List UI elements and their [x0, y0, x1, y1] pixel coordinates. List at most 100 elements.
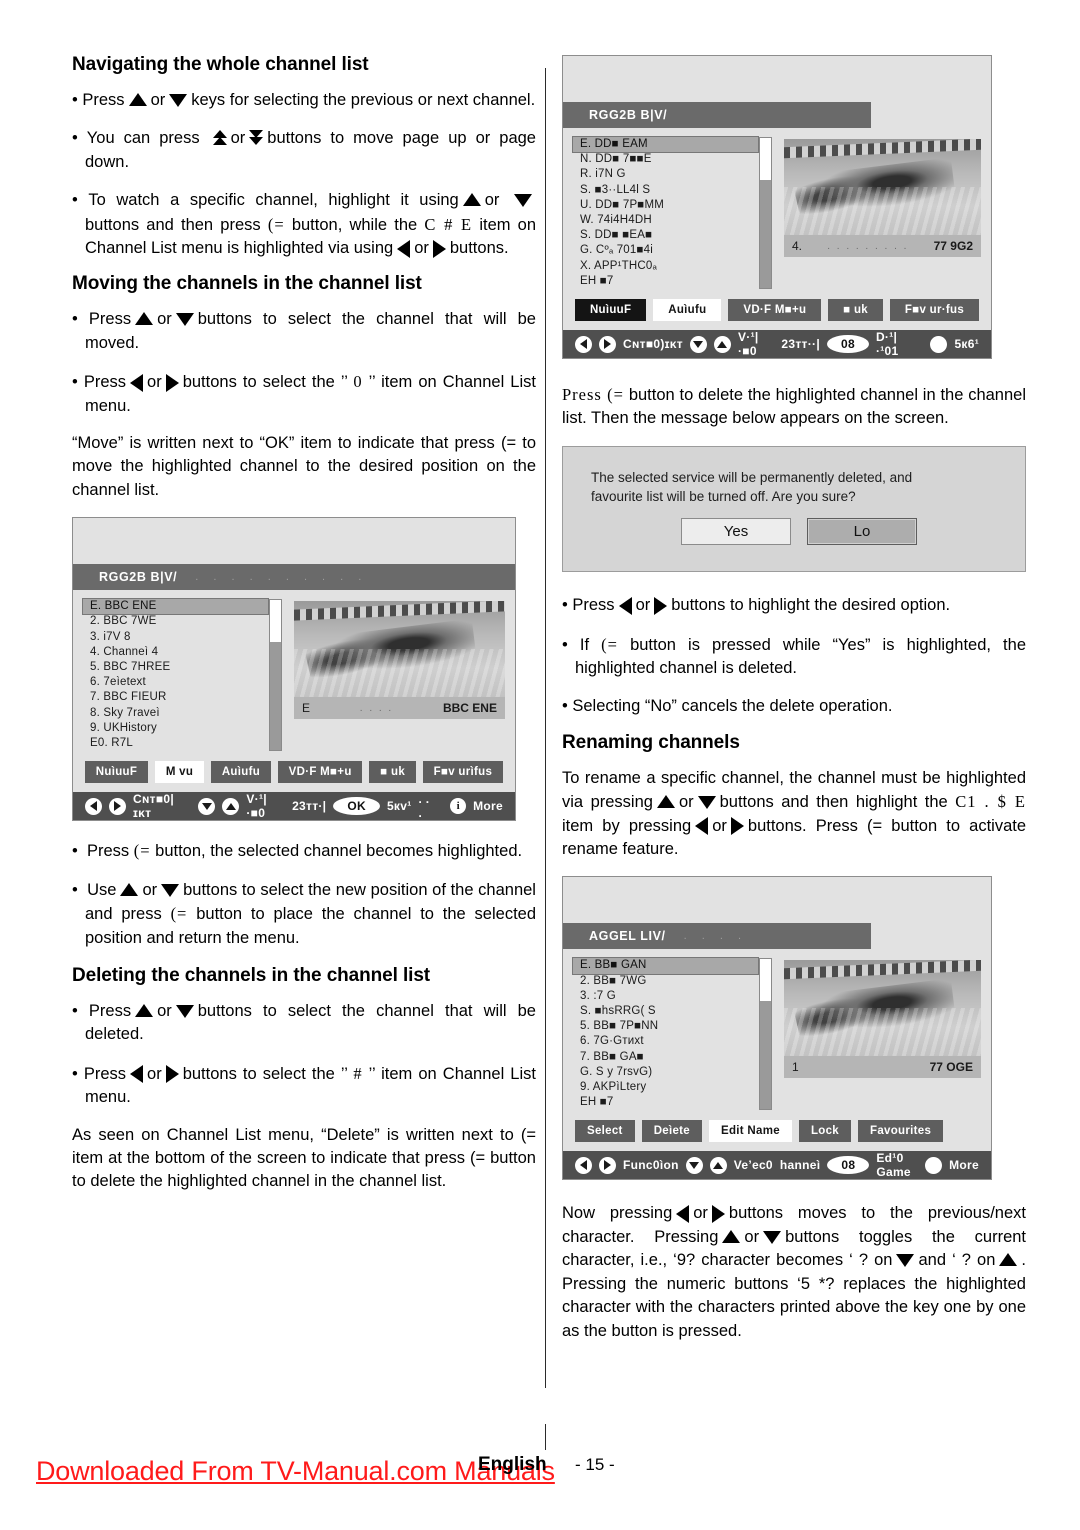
edit-name-token: C1 . $ E — [955, 792, 1026, 812]
tv-channel-list[interactable]: E. DD■ EAM N. DD■ 7■■E R. i7N G S. ■3··L… — [572, 135, 778, 289]
tv-button-favourites[interactable]: F■v urìfus — [422, 761, 503, 784]
footer-divider-tick — [545, 1424, 546, 1450]
tv-status-ok-pill[interactable]: 08 — [827, 1156, 870, 1175]
navigating-bullet-list: Pressorkeys for selecting the previous o… — [72, 89, 536, 261]
tv-button-lock[interactable]: ■ uk — [828, 299, 883, 322]
circle-key-icon — [925, 1156, 943, 1174]
tv-button-delete[interactable]: Auìufu — [211, 761, 271, 784]
tv-button-delete[interactable]: Auìufu — [653, 299, 722, 322]
heading-renaming-channels: Renaming channels — [562, 731, 740, 753]
tv-menu-title-dots: . . . . . . . . . . — [195, 571, 368, 584]
yes-button[interactable]: Yes — [681, 518, 791, 546]
tv-scrollbar-thumb[interactable] — [760, 138, 771, 180]
tv-channel-row[interactable]: E. BB■ GAN — [572, 957, 759, 975]
tv-channel-row[interactable]: 9. UKHistory — [83, 721, 268, 736]
moving-bullet-list: Pressorbuttons to select the channel tha… — [72, 308, 536, 418]
tv-button-favourites[interactable]: F■v ur·fus — [889, 299, 979, 322]
tv-status-bar: Func0ìon Veʼec0 hanneì 08 Ed¹0 Game More — [563, 1151, 991, 1180]
tv-button-lock[interactable]: ■ uk — [369, 761, 416, 784]
pool-lane-rope — [784, 139, 981, 159]
tv-channel-row[interactable]: E0. R7L — [83, 736, 268, 751]
paragraph-delete-intro: Press (= button to delete the highlighte… — [562, 383, 1026, 431]
tv-scrollbar[interactable] — [759, 137, 772, 289]
no-button[interactable]: Lo — [807, 518, 917, 546]
tv-button-select[interactable]: Select — [575, 1120, 635, 1143]
up-arrow-key-icon — [713, 335, 731, 353]
tv-scrollbar-thumb[interactable] — [760, 959, 771, 1002]
tv-channel-row[interactable]: E. DD■ EAM — [572, 135, 759, 154]
tv-channel-row[interactable]: E. BBC ENE — [82, 598, 269, 616]
tv-channel-list[interactable]: E. BBC ENE 2. BBC 7WE 3. i7V 8 4. Channe… — [82, 598, 288, 752]
tv-status-ok-pill[interactable]: OK — [333, 797, 380, 816]
pool-lane-rope — [784, 960, 981, 980]
tv-channel-row[interactable]: 6. 7G·Gᴛᴎxt — [573, 1034, 758, 1049]
bullet-text-post: buttons to highlight the desired option. — [671, 596, 951, 615]
tv-channel-row[interactable]: 8. Sky 7raveì — [83, 706, 268, 721]
tv-button-delete[interactable]: Deìete — [641, 1120, 703, 1143]
tv-status-ok-pill[interactable]: 08 — [826, 335, 869, 354]
tv-button-lock[interactable]: Lock — [798, 1120, 851, 1143]
tv-preview-pane: E . . . . BBC ENE — [288, 599, 505, 751]
tv-scrollbar[interactable] — [759, 958, 772, 1111]
bullet-text-pre: Press — [88, 1001, 132, 1020]
up-arrow-icon — [135, 1004, 154, 1018]
up-arrow-icon — [120, 882, 139, 896]
tv-button-move[interactable]: M vu — [155, 761, 205, 784]
bullet-text-p3: button, while the — [291, 215, 418, 234]
tv-channel-row[interactable]: 2. BB■ 7WG — [573, 974, 758, 989]
tv-channel-row[interactable]: S. DD■ ■EA■ — [573, 228, 758, 243]
tv-channel-row[interactable]: 7. BB■ GA■ — [573, 1050, 758, 1065]
now-text-1: Now pressing — [562, 1204, 673, 1223]
tv-caption-dots: . . . . — [359, 702, 394, 714]
left-arrow-key-icon — [85, 797, 102, 815]
tv-channel-row[interactable]: R. i7N G — [573, 167, 758, 182]
bullet-text-pre: If — [579, 635, 590, 654]
tv-channel-row[interactable]: N. DD■ 7■■E — [573, 152, 758, 167]
tv-channel-row[interactable]: S. ■3··LL4l S — [573, 183, 758, 198]
water-texture — [294, 649, 505, 698]
up-arrow-icon — [722, 1229, 741, 1243]
tv-preview-image — [784, 960, 981, 1057]
tv-status-mid-label: V·¹|·■0 — [737, 330, 759, 359]
tv-channel-row[interactable]: 5. BB■ 7P■NN — [573, 1019, 758, 1034]
tv-top-strip — [563, 877, 991, 924]
tv-button-edit-name[interactable]: Edit Name — [709, 1120, 792, 1143]
tv-button-edit-name[interactable]: VD·F M■+u — [277, 761, 363, 784]
tv-channel-row[interactable]: W. 74i4H4DH — [573, 213, 758, 228]
delete-option-bullet-list: Pressorbuttons to highlight the desired … — [562, 594, 1026, 719]
list-item: To watch a specific channel, highlight i… — [72, 189, 536, 260]
tv-channel-row[interactable]: 6. 7eìetext — [83, 675, 268, 690]
bullet-text-p5: buttons. — [449, 239, 509, 257]
tv-channel-list[interactable]: E. BB■ GAN 2. BB■ 7WG 3. :7 G S. ■hsRRG(… — [572, 957, 778, 1111]
tv-channel-row[interactable]: X. APP¹THC0ₐ — [573, 259, 758, 274]
tv-channel-row[interactable]: 4. Channeì 4 — [83, 645, 268, 660]
tv-caption-right: BBC ENE — [442, 701, 497, 716]
tv-channel-row[interactable]: 2. BBC 7WE — [83, 614, 268, 629]
tv-channel-row[interactable]: G. Cºₐ 701■4i — [573, 243, 758, 258]
left-arrow-icon — [130, 1065, 144, 1084]
tv-button-select[interactable]: NuìuuF — [575, 299, 647, 322]
tv-caption-right: 77 OGE — [929, 1060, 973, 1075]
tv-preview-pane: 1 77 OGE — [778, 958, 981, 1110]
heading-deleting-channels: Deleting the channels in the channel lis… — [72, 964, 431, 986]
tv-menu-titlebar: RGG2B B|V/ . . . . . . . . . . — [73, 564, 515, 591]
tv-channel-row[interactable]: EH ■7 — [573, 274, 758, 289]
tv-button-edit-name[interactable]: VD·F M■+u — [728, 299, 822, 322]
tv-channel-row[interactable]: S. ■hsRRG( S — [573, 1004, 758, 1019]
tv-scrollbar-thumb[interactable] — [270, 600, 281, 643]
tv-channel-row[interactable]: U. DD■ 7P■MM — [573, 198, 758, 213]
tv-channel-row[interactable]: 3. :7 G — [573, 989, 758, 1004]
tv-channel-row[interactable]: 9. AKPìLtery — [573, 1080, 758, 1095]
tv-channel-row[interactable]: EH ■7 — [573, 1095, 758, 1110]
tv-channel-row[interactable]: 7. BBC FIEUR — [83, 690, 268, 705]
tv-button-select[interactable]: NuìuuF — [85, 761, 149, 784]
tv-channel-row[interactable]: G. S y 7rsvG) — [573, 1065, 758, 1080]
tv-status-mid-label: Veʼec0 — [733, 1158, 773, 1173]
tv-channel-row[interactable]: 3. i7V 8 — [83, 630, 268, 645]
right-arrow-icon — [165, 1065, 179, 1084]
tv-channel-row[interactable]: 5. BBC 7HREE — [83, 660, 268, 675]
tv-scrollbar[interactable] — [269, 599, 282, 752]
tv-button-favourites[interactable]: Favourites — [858, 1120, 944, 1143]
down-arrow-icon — [514, 194, 532, 208]
tv-status-right-label: 5кᴠ¹ — [386, 799, 412, 814]
